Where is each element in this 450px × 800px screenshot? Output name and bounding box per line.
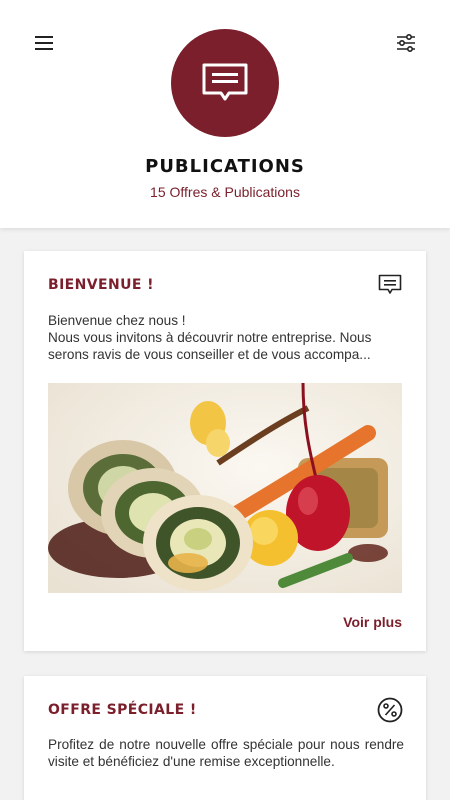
card-title: OFFRE SPÉCIALE ! [48,702,197,718]
card-text-line: Nous vous invitons à découvrir notre ent… [48,330,372,345]
publications-avatar [171,29,279,137]
publication-card-offre-speciale[interactable]: OFFRE SPÉCIALE ! Profitez de notre nouve… [24,676,426,800]
card-title: BIENVENUE ! [48,277,154,293]
header: PUBLICATIONS 15 Offres & Publications [0,0,450,228]
card-text-line: serons ravis de vous conseiller et de vo… [48,347,371,362]
page-title: PUBLICATIONS [145,156,305,177]
plated-food-image [48,383,402,593]
publication-card-bienvenue[interactable]: BIENVENUE ! Bienvenue chez nous ! Nous v… [24,251,426,651]
message-icon [378,274,402,294]
page-subtitle: 15 Offres & Publications [150,184,300,200]
hamburger-menu-icon [35,36,53,50]
percent-badge-icon [377,697,403,723]
card-description: Bienvenue chez nous ! Nous vous invitons… [48,312,404,363]
voir-plus-link[interactable]: Voir plus [343,614,402,630]
card-description: Profitez de notre nouvelle offre spécial… [48,737,404,769]
message-icon [202,63,248,101]
filter-sliders-icon [397,33,415,53]
card-type-icon [376,696,404,724]
filter-button[interactable] [392,29,420,57]
menu-button[interactable] [30,29,58,57]
card-text-line: Bienvenue chez nous ! [48,313,186,328]
card-type-icon [376,271,404,299]
